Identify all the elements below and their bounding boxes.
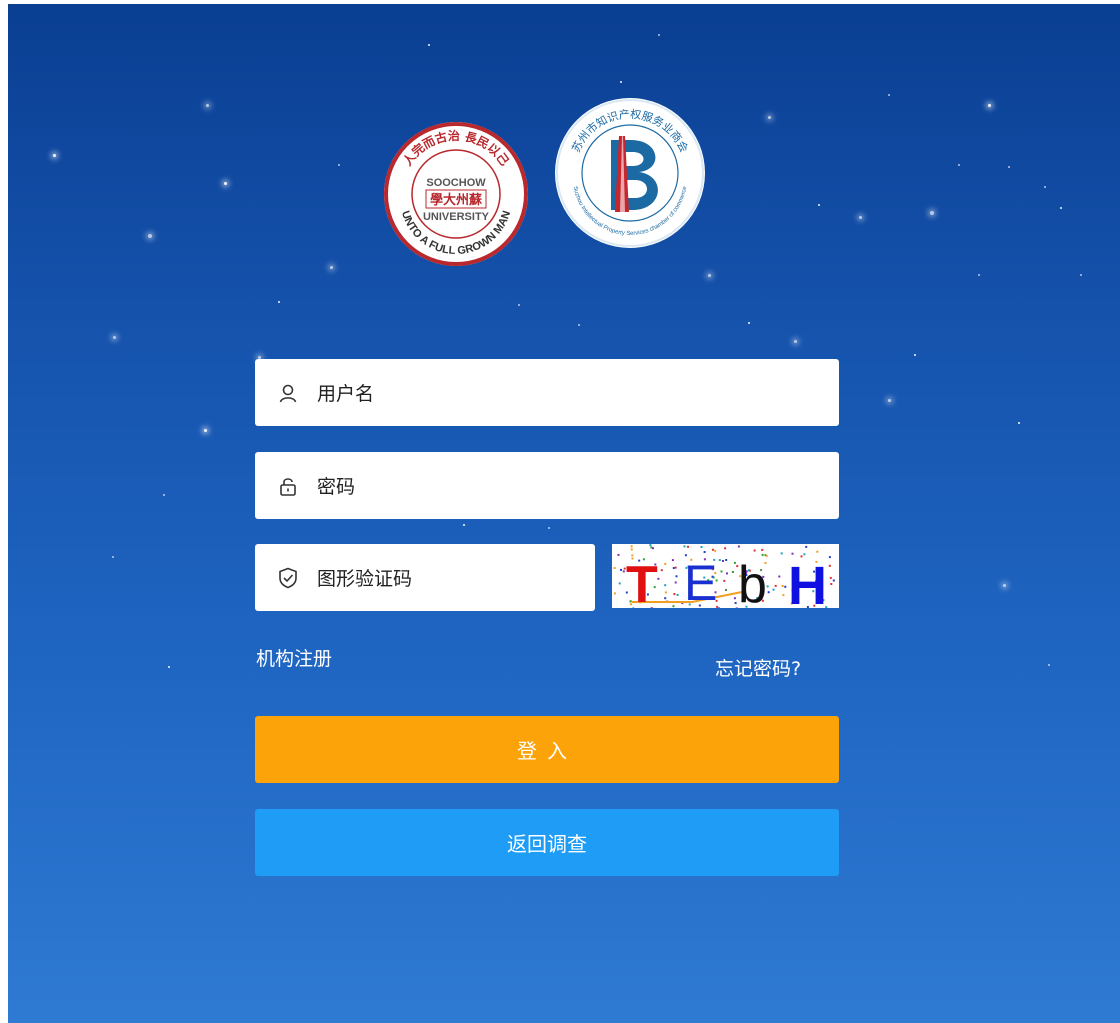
login-button[interactable]: 登入 xyxy=(255,716,839,783)
svg-text:UNIVERSITY: UNIVERSITY xyxy=(423,211,490,223)
password-placeholder: 密码 xyxy=(317,476,356,498)
ip-services-chamber-logo: 苏州市知识产权服务业商会 Suzhou Intellectual Propert… xyxy=(555,98,705,248)
login-page-background: 人完而古治 長民以己 UNTO A FULL GROWN MAN SOOCHOW… xyxy=(8,4,1120,1023)
user-icon xyxy=(277,382,299,404)
star xyxy=(168,666,170,668)
star xyxy=(113,336,116,339)
star xyxy=(1048,664,1050,666)
star xyxy=(428,44,430,46)
username-field[interactable]: 用户名 xyxy=(255,359,839,426)
svg-text:SOOCHOW: SOOCHOW xyxy=(426,177,486,189)
star xyxy=(163,494,165,496)
captcha-field[interactable]: 图形验证码 xyxy=(255,544,595,611)
captcha-image[interactable]: T E b H xyxy=(612,544,839,608)
return-survey-button[interactable]: 返回调查 xyxy=(255,809,839,876)
star xyxy=(794,340,797,343)
star xyxy=(1003,584,1006,587)
logos-row: 人完而古治 長民以己 UNTO A FULL GROWN MAN SOOCHOW… xyxy=(8,95,1120,281)
captcha-placeholder: 图形验证码 xyxy=(317,568,413,590)
username-placeholder: 用户名 xyxy=(317,383,375,405)
star xyxy=(658,34,660,36)
captcha-char-3: b xyxy=(738,556,767,608)
star xyxy=(748,322,750,324)
star xyxy=(204,429,207,432)
star xyxy=(518,304,520,306)
captcha-char-2: E xyxy=(684,555,717,608)
captcha-char-4: H xyxy=(788,556,827,608)
lock-icon xyxy=(277,475,299,497)
star xyxy=(1018,422,1020,424)
star xyxy=(578,324,580,326)
shield-check-icon xyxy=(277,567,299,589)
password-field[interactable]: 密码 xyxy=(255,452,839,519)
svg-text:學大州蘇: 學大州蘇 xyxy=(430,192,483,208)
forgot-password-link[interactable]: 忘记密码? xyxy=(715,654,801,681)
star xyxy=(888,399,891,402)
star xyxy=(112,556,114,558)
star xyxy=(463,524,465,526)
soochow-university-logo: 人完而古治 長民以己 UNTO A FULL GROWN MAN SOOCHOW… xyxy=(384,122,528,266)
star xyxy=(914,354,916,356)
register-link[interactable]: 机构注册 xyxy=(256,644,332,671)
star xyxy=(548,527,550,529)
star xyxy=(278,301,280,303)
captcha-char-1: T xyxy=(626,556,658,608)
star xyxy=(620,81,622,83)
